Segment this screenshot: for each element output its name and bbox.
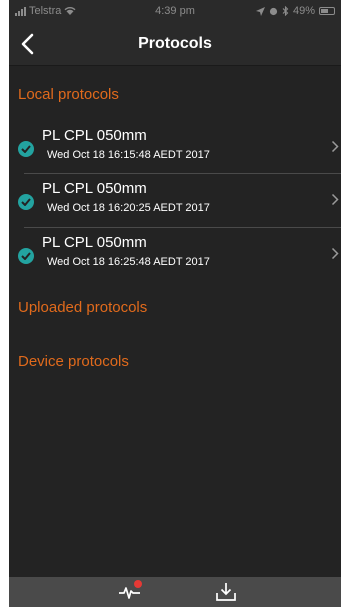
battery-percent: 49% [292, 5, 315, 17]
row-divider [24, 173, 341, 174]
check-circle-icon [18, 141, 34, 157]
location-icon [255, 6, 265, 16]
alarm-icon [269, 7, 278, 15]
row-divider [24, 227, 341, 228]
section-uploaded-protocols[interactable]: Uploaded protocols [18, 299, 147, 316]
protocol-name: PL CPL 050mm [42, 180, 147, 197]
download-icon [216, 583, 236, 601]
tab-download[interactable] [215, 582, 237, 604]
page-title: Protocols [138, 35, 212, 52]
protocol-name: PL CPL 050mm [42, 234, 147, 251]
protocol-row[interactable]: PL CPL 050mm Wed Oct 18 16:25:48 AEDT 20… [9, 229, 341, 281]
app-screen: Telstra 4:39 pm 49% Protocols Local prot… [9, 0, 341, 607]
protocol-name: PL CPL 050mm [42, 127, 147, 144]
section-local-protocols: Local protocols [18, 86, 119, 103]
status-bar: Telstra 4:39 pm 49% [9, 0, 341, 22]
check-circle-icon [18, 248, 34, 264]
tab-activity[interactable] [118, 580, 144, 604]
check-circle-icon [18, 194, 34, 210]
bluetooth-icon [282, 6, 289, 16]
chevron-right-icon [331, 193, 339, 206]
protocol-row[interactable]: PL CPL 050mm Wed Oct 18 16:15:48 AEDT 20… [9, 122, 341, 174]
protocol-date: Wed Oct 18 16:25:48 AEDT 2017 [47, 256, 210, 268]
tab-bar [9, 577, 341, 607]
protocol-date: Wed Oct 18 16:20:25 AEDT 2017 [47, 202, 210, 214]
notification-badge [134, 580, 142, 588]
section-device-protocols[interactable]: Device protocols [18, 353, 129, 370]
protocol-date: Wed Oct 18 16:15:48 AEDT 2017 [47, 149, 210, 161]
nav-bar: Protocols [9, 22, 341, 66]
protocol-row[interactable]: PL CPL 050mm Wed Oct 18 16:20:25 AEDT 20… [9, 175, 341, 227]
chevron-right-icon [331, 247, 339, 260]
battery-icon [319, 7, 335, 15]
chevron-right-icon [331, 140, 339, 153]
